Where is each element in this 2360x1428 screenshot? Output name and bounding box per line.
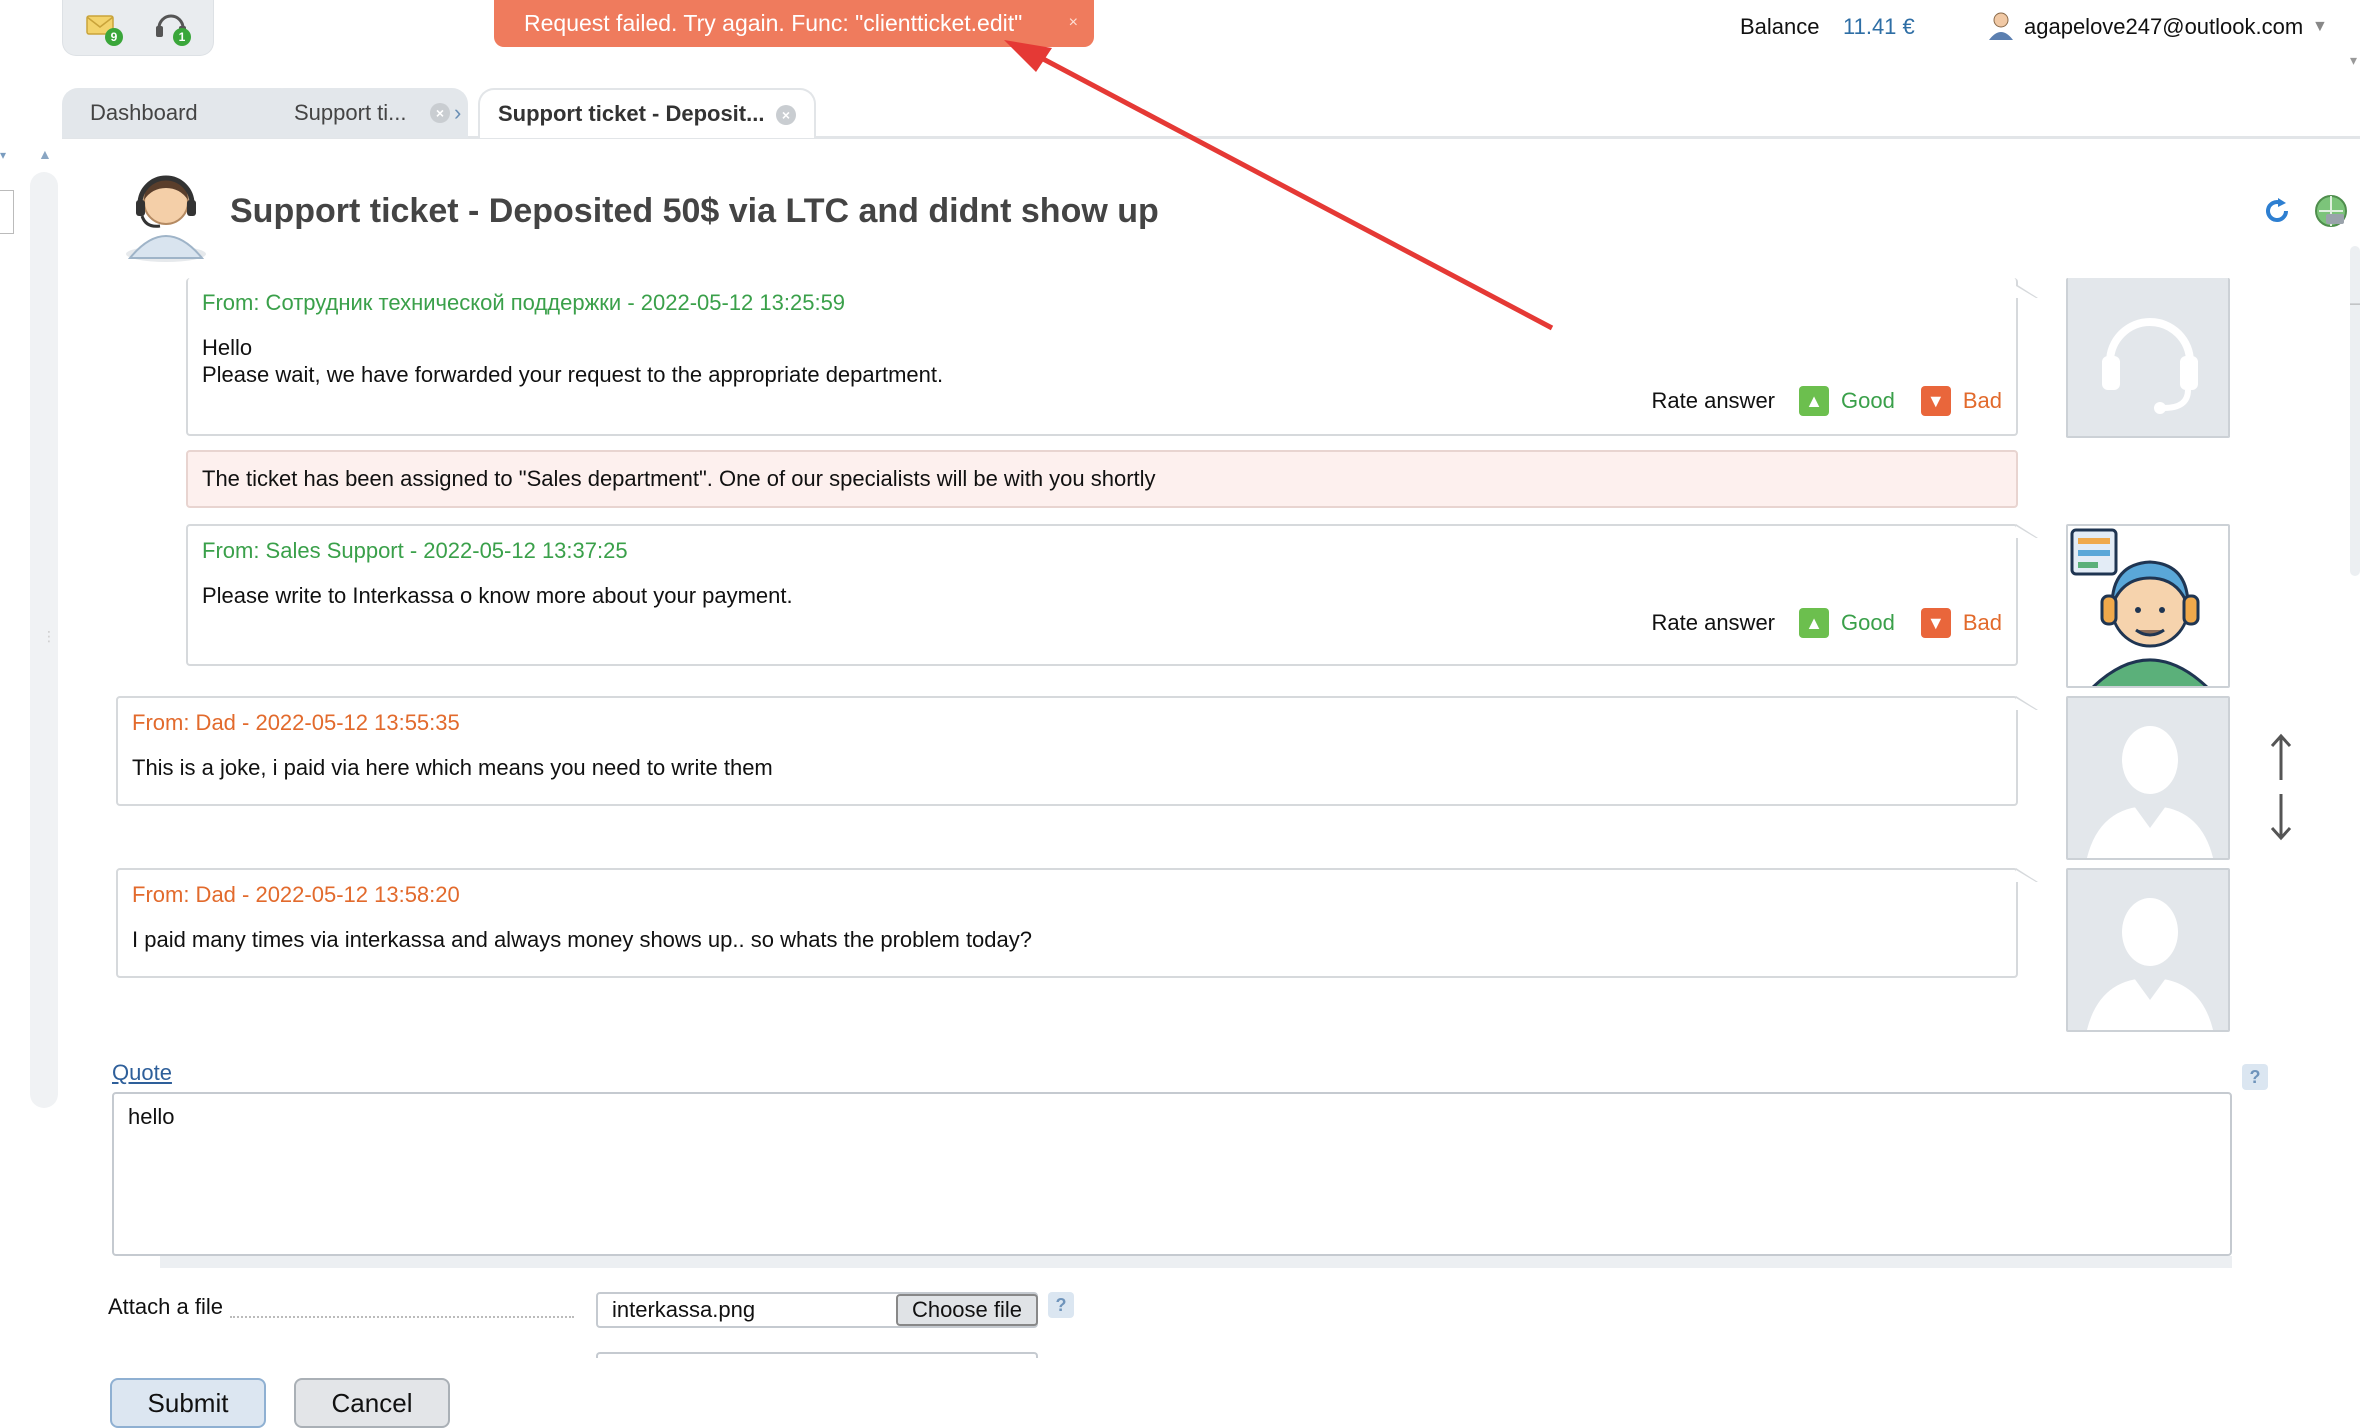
rate-answer-label: Rate answer — [1651, 610, 1776, 635]
headset-placeholder-icon — [2102, 318, 2198, 414]
message-from: From: Dad - 2022-05-12 13:58:20 — [132, 882, 460, 907]
reorder-arrows-icon[interactable] — [2266, 732, 2296, 844]
message-body-line: Please wait, we have forwarded your requ… — [202, 362, 944, 387]
support-headset-icon[interactable]: 1 — [151, 6, 191, 46]
thumbs-down-icon[interactable]: ▼ — [1920, 608, 1951, 638]
breadcrumb-chevron-icon: › — [454, 100, 462, 125]
user-placeholder-icon — [2087, 898, 2213, 1030]
error-toast-message: Request failed. Try again. Func: "client… — [524, 10, 1023, 36]
submit-button[interactable]: Submit — [110, 1378, 266, 1428]
scroll-grip-icon[interactable]: ⋮ — [42, 628, 56, 645]
message-client-1: From: Dad - 2022-05-12 13:55:35 This is … — [116, 696, 2038, 806]
file-name: interkassa.png — [612, 1297, 756, 1322]
rate-answer-label: Rate answer — [1651, 388, 1776, 413]
quote-link[interactable]: Quote — [112, 1060, 172, 1086]
thumbs-up-icon[interactable]: ▲ — [1799, 608, 1830, 638]
message-from: From: Sales Support - 2022-05-12 13:37:2… — [202, 538, 628, 563]
message-staff-2: From: Sales Support - 2022-05-12 13:37:2… — [186, 524, 2038, 666]
tab-support-ticket-active[interactable]: Support ticket - Deposit... × — [478, 88, 816, 138]
thumbs-up-icon[interactable]: ▲ — [1799, 386, 1830, 416]
support-badge: 1 — [173, 28, 191, 46]
error-toast: Request failed. Try again. Func: "client… — [494, 0, 1094, 47]
rate-bad-button[interactable]: Bad — [1963, 388, 2002, 414]
cancel-button[interactable]: Cancel — [294, 1378, 450, 1428]
file-input-second[interactable] — [596, 1352, 1038, 1358]
message-body-line: This is a joke, i paid via here which me… — [132, 755, 773, 780]
attach-help-icon[interactable]: ? — [1048, 1292, 1074, 1318]
reply-textarea[interactable]: hello — [112, 1092, 2232, 1256]
choose-file-button[interactable]: Choose file — [896, 1294, 1038, 1326]
scroll-up-icon[interactable]: ▲ — [38, 146, 52, 162]
tab-support-tickets[interactable]: Support ti... × — [268, 88, 468, 138]
client-avatar — [2066, 696, 2230, 860]
rate-bad-button[interactable]: Bad — [1963, 610, 2002, 636]
refresh-icon[interactable] — [2262, 196, 2292, 226]
messages-badge: 9 — [105, 28, 123, 46]
message-body-line: Hello — [202, 335, 253, 360]
scroll-tick-icon: — — [2350, 296, 2360, 310]
client-avatar — [2066, 868, 2230, 1032]
label-leader-dots — [230, 1316, 574, 1318]
message-from: From: Dad - 2022-05-12 13:55:35 — [132, 710, 460, 735]
message-body-line: I paid many times via interkassa and alw… — [132, 927, 1033, 952]
reply-help-icon[interactable]: ? — [2242, 1064, 2268, 1090]
user-placeholder-icon — [2087, 726, 2213, 858]
tab-dashboard[interactable]: Dashboard — [62, 88, 296, 138]
edge-input-stub[interactable] — [0, 190, 14, 234]
thumbs-down-icon[interactable]: ▼ — [1920, 386, 1951, 416]
page-title: Support ticket - Deposited 50$ via LTC a… — [230, 192, 1159, 230]
staff-avatar — [2066, 278, 2230, 438]
user-email[interactable]: agapelove247@outlook.com — [2024, 14, 2303, 40]
chevron-down-icon[interactable]: ▼ — [2312, 18, 2328, 36]
message-tail — [2016, 868, 2038, 882]
textarea-resize-bar[interactable] — [160, 1256, 2232, 1268]
assignment-notice: The ticket has been assigned to "Sales d… — [186, 450, 2018, 508]
close-tab-icon[interactable]: × — [776, 105, 796, 125]
message-tail — [2016, 284, 2038, 298]
rate-answer: Rate answer ▲ Good ▼ Bad — [1651, 608, 2002, 638]
assignment-notice-text: The ticket has been assigned to "Sales d… — [202, 466, 1156, 491]
message-tail — [2016, 696, 2038, 710]
balance-label: Balance — [1740, 14, 1820, 39]
tab-label: Dashboard — [90, 100, 198, 125]
messages-icon[interactable]: 9 — [83, 6, 123, 46]
close-tab-icon[interactable]: × — [430, 103, 450, 123]
close-toast-icon[interactable]: × — [1069, 14, 1078, 32]
message-client-2: From: Dad - 2022-05-12 13:58:20 I paid m… — [116, 868, 2038, 978]
rate-good-button[interactable]: Good — [1841, 388, 1895, 414]
sales-agent-icon — [2068, 526, 2228, 686]
balance-value[interactable]: 11.41 € — [1843, 14, 1915, 40]
user-avatar-icon[interactable] — [1986, 10, 2016, 42]
sales-support-avatar — [2066, 524, 2230, 688]
tab-label: Support ticket - Deposit... — [498, 101, 765, 126]
edge-caret-icon: ▾ — [2350, 52, 2358, 68]
rate-answer: Rate answer ▲ Good ▼ Bad — [1651, 386, 2002, 416]
support-agent-icon — [118, 162, 214, 262]
help-globe-icon[interactable] — [2314, 194, 2348, 228]
collapse-arrow-icon[interactable]: ▾ — [0, 148, 6, 162]
message-staff-1: From: Сотрудник технической поддержки - … — [186, 278, 2038, 436]
message-tail — [2016, 524, 2038, 538]
top-widgets: 9 1 — [62, 0, 214, 56]
attach-file-label: Attach a file — [108, 1294, 223, 1319]
message-body-line: Please write to Interkassa o know more a… — [202, 583, 793, 608]
tab-label: Support ti... — [294, 100, 407, 125]
rate-good-button[interactable]: Good — [1841, 610, 1895, 636]
message-from: From: Сотрудник технической поддержки - … — [202, 290, 846, 315]
